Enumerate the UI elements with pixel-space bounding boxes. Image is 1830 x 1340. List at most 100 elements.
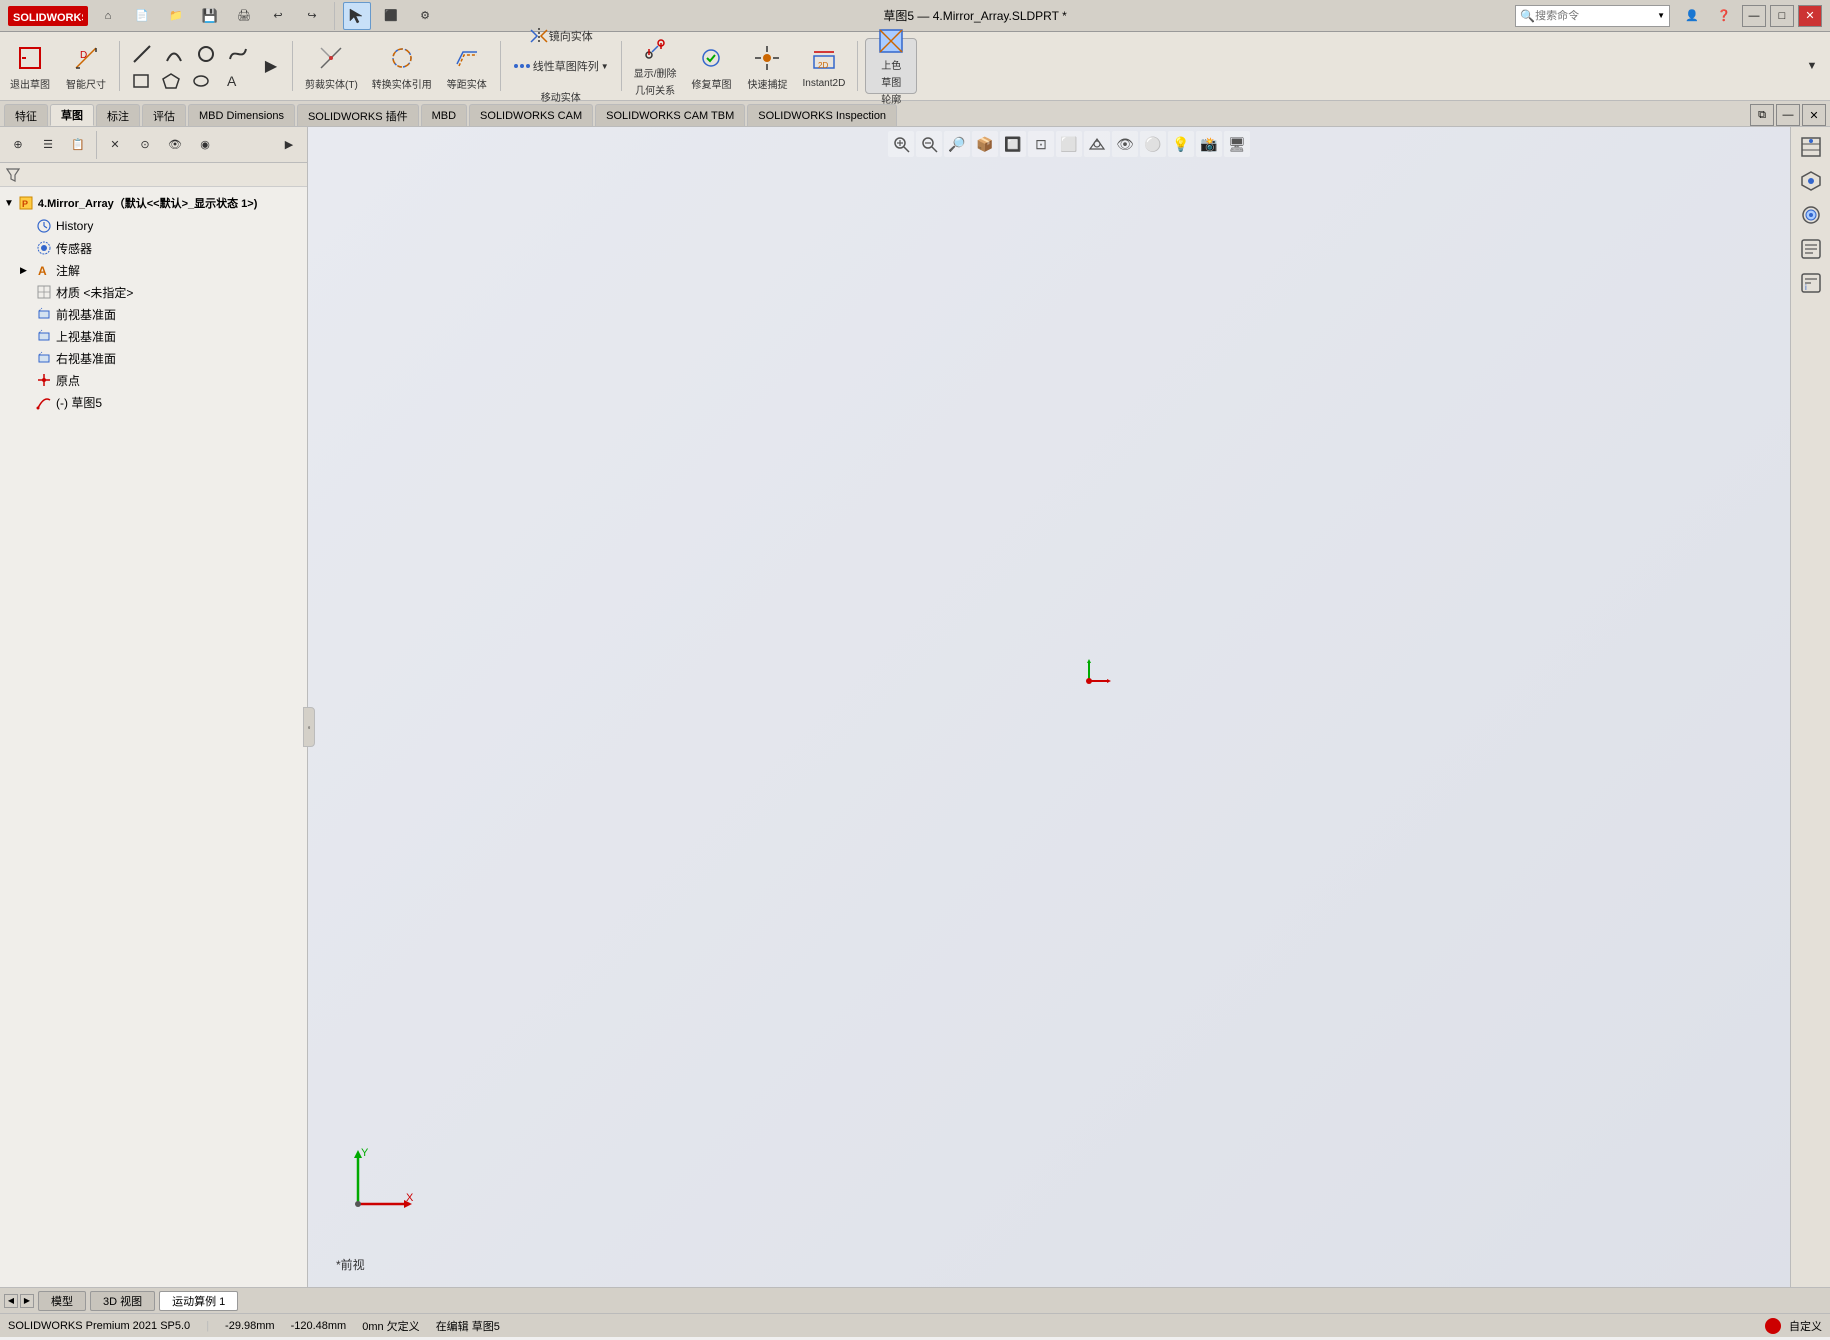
bottom-tab-motion[interactable]: 运动算例 1 [159,1291,238,1311]
tree-root[interactable]: ▼ P 4.Mirror_Array（默认<<默认>_显示状态 1>) [0,191,307,215]
close-btn[interactable]: ✕ [1798,5,1822,27]
color-sketch-btn[interactable]: 上色 草图 轮廓 [865,38,917,94]
fit-tree-btn[interactable]: ⊙ [131,131,159,159]
3d-content-central-btn[interactable] [1795,165,1827,197]
tab-mbd-dimensions[interactable]: MBD Dimensions [188,104,295,126]
tree-item-front-plane[interactable]: 前视基准面 [0,303,307,325]
view-cube-btn[interactable]: ⬜ [1056,131,1082,157]
more-tree-btn[interactable]: ▶ [275,131,303,159]
more-sketch-btn[interactable]: ▶ [257,38,285,94]
arrow-tool[interactable] [343,2,371,30]
status-coords-x: -29.98mm [225,1320,275,1332]
home-btn[interactable]: ⌂ [94,2,122,30]
minimize-btn[interactable]: — [1742,5,1766,27]
tree-item-top-plane[interactable]: 上视基准面 [0,325,307,347]
hide-show-btn[interactable]: 👁 [161,131,189,159]
view-settings-btn[interactable]: 📸 [1196,131,1222,157]
line-tool-btn[interactable] [127,40,157,68]
trim-entities-btn[interactable]: 剪裁实体(T) [300,38,363,94]
details-view-btn[interactable]: 📋 [64,131,92,159]
zoom-to-fit-btn[interactable] [888,131,914,157]
select-tool[interactable]: ⬛ [377,2,405,30]
view-orient2-btn[interactable]: 🔲 [1000,131,1026,157]
view-orient-btn[interactable]: 📦 [972,131,998,157]
list-view-btn[interactable]: ☰ [34,131,62,159]
help-icon[interactable]: ❓ [1710,2,1738,30]
convert-entities-btn[interactable]: 转换实体引用 [367,38,437,94]
maximize-btn[interactable]: □ [1770,5,1794,27]
redo-btn[interactable]: ↪ [298,2,326,30]
display-relations-btn[interactable]: 显示/删除 几何关系 [629,38,682,94]
left-panel: ⊕ ☰ 📋 ✕ ⊙ 👁 ◉ ▶ ▼ P 4.Mir [0,127,308,1287]
tab-features[interactable]: 特征 [4,104,48,126]
status-customize[interactable]: 自定义 [1789,1318,1822,1334]
search-bar[interactable]: 🔍 ▼ [1515,5,1670,27]
tab-sw-cam[interactable]: SOLIDWORKS CAM [469,104,593,126]
tree-item-sketch5[interactable]: (-) 草图5 [0,391,307,413]
linear-array-dropdown[interactable]: ▼ [601,62,609,71]
tree-item-material[interactable]: 材质 <未指定> [0,281,307,303]
spline-tool-btn[interactable] [223,40,253,68]
print-btn[interactable]: 🖨 [230,2,258,30]
linear-pattern-btn[interactable]: 线性草图阵列 ▼ [508,52,614,80]
new-viewport-btn[interactable]: 🖥 [1224,131,1250,157]
rect-tool-btn[interactable] [127,70,155,92]
ellipse-tool-btn[interactable] [187,70,215,92]
tab-sw-cam-tbm[interactable]: SOLIDWORKS CAM TBM [595,104,745,126]
settings-btn[interactable]: ⚙ [411,2,439,30]
tree-item-origin[interactable]: 原点 [0,369,307,391]
section-view-btn[interactable]: ⊡ [1028,131,1054,157]
search-dropdown-icon[interactable]: ▼ [1657,11,1665,20]
tab-evaluate[interactable]: 评估 [142,104,186,126]
instant2d-btn[interactable]: 2D Instant2D [797,38,850,94]
center-view-btn[interactable]: ✕ [101,131,129,159]
save-btn[interactable]: 💾 [196,2,224,30]
viewport[interactable]: 🔎 📦 🔲 ⊡ ⬜ 👁 ⚪ 💡 📸 🖥 [308,127,1830,1287]
arc-tool-btn[interactable] [159,40,189,68]
component-toggle-btn[interactable]: ◉ [191,131,219,159]
tab-markup[interactable]: 标注 [96,104,140,126]
tab-sw-inspection[interactable]: SOLIDWORKS Inspection [747,104,897,126]
annotations-expand[interactable]: ▶ [20,265,32,276]
smart-dimension-btn[interactable]: D 智能尺寸 [60,38,112,94]
document-info-btn[interactable]: i [1795,267,1827,299]
quick-snap-btn[interactable]: 快速捕捉 [741,38,793,94]
appearance-btn[interactable]: ⚪ [1140,131,1166,157]
tree-item-right-plane[interactable]: 右视基准面 [0,347,307,369]
point-tool-btn[interactable]: A [217,70,245,92]
tree-item-annotations[interactable]: ▶ A 注解 [0,259,307,281]
custom-properties-btn[interactable] [1795,233,1827,265]
exit-sketch-btn[interactable]: 退出草图 [4,38,56,94]
repair-sketch-btn[interactable]: 修复草图 [685,38,737,94]
mirror-entities-btn[interactable]: 镜向实体 [508,22,614,50]
tree-item-history[interactable]: History [0,215,307,237]
bottom-tab-model[interactable]: 模型 [38,1291,86,1311]
tree-item-sensors[interactable]: 传感器 [0,237,307,259]
circle-tool-btn[interactable] [191,40,221,68]
panel-minimize-btn[interactable]: — [1776,104,1800,126]
tab-nav-left[interactable]: ◀ [4,1294,18,1308]
zoom-out-btn[interactable]: 🔎 [944,131,970,157]
hide-show-btn2[interactable]: 👁 [1112,131,1138,157]
tab-sw-plugins[interactable]: SOLIDWORKS 插件 [297,104,419,126]
bottom-tab-3dview[interactable]: 3D 视图 [90,1291,155,1311]
left-panel-collapse-btn[interactable]: ◦ [303,707,315,747]
search-input[interactable] [1535,10,1655,22]
undo-btn[interactable]: ↩ [264,2,292,30]
zoom-in-btn[interactable] [916,131,942,157]
feature-filter-btn[interactable]: ⊕ [4,131,32,159]
tab-sketch[interactable]: 草图 [50,104,94,126]
appearances-btn2[interactable] [1795,199,1827,231]
new-btn[interactable]: 📄 [128,2,156,30]
display-style-btn[interactable] [1084,131,1110,157]
apply-scene-btn[interactable]: 💡 [1168,131,1194,157]
offset-entities-btn[interactable]: 等距实体 [441,38,493,94]
tab-mbd[interactable]: MBD [421,104,467,126]
panel-close-btn[interactable]: ✕ [1802,104,1826,126]
panel-restore-btn[interactable]: ⧉ [1750,104,1774,126]
toolbar-expand-btn[interactable]: ▼ [1798,52,1826,80]
polygon-tool-btn[interactable] [157,70,185,92]
user-icon[interactable]: 👤 [1678,2,1706,30]
tab-nav-right[interactable]: ▶ [20,1294,34,1308]
open-btn[interactable]: 📁 [162,2,190,30]
